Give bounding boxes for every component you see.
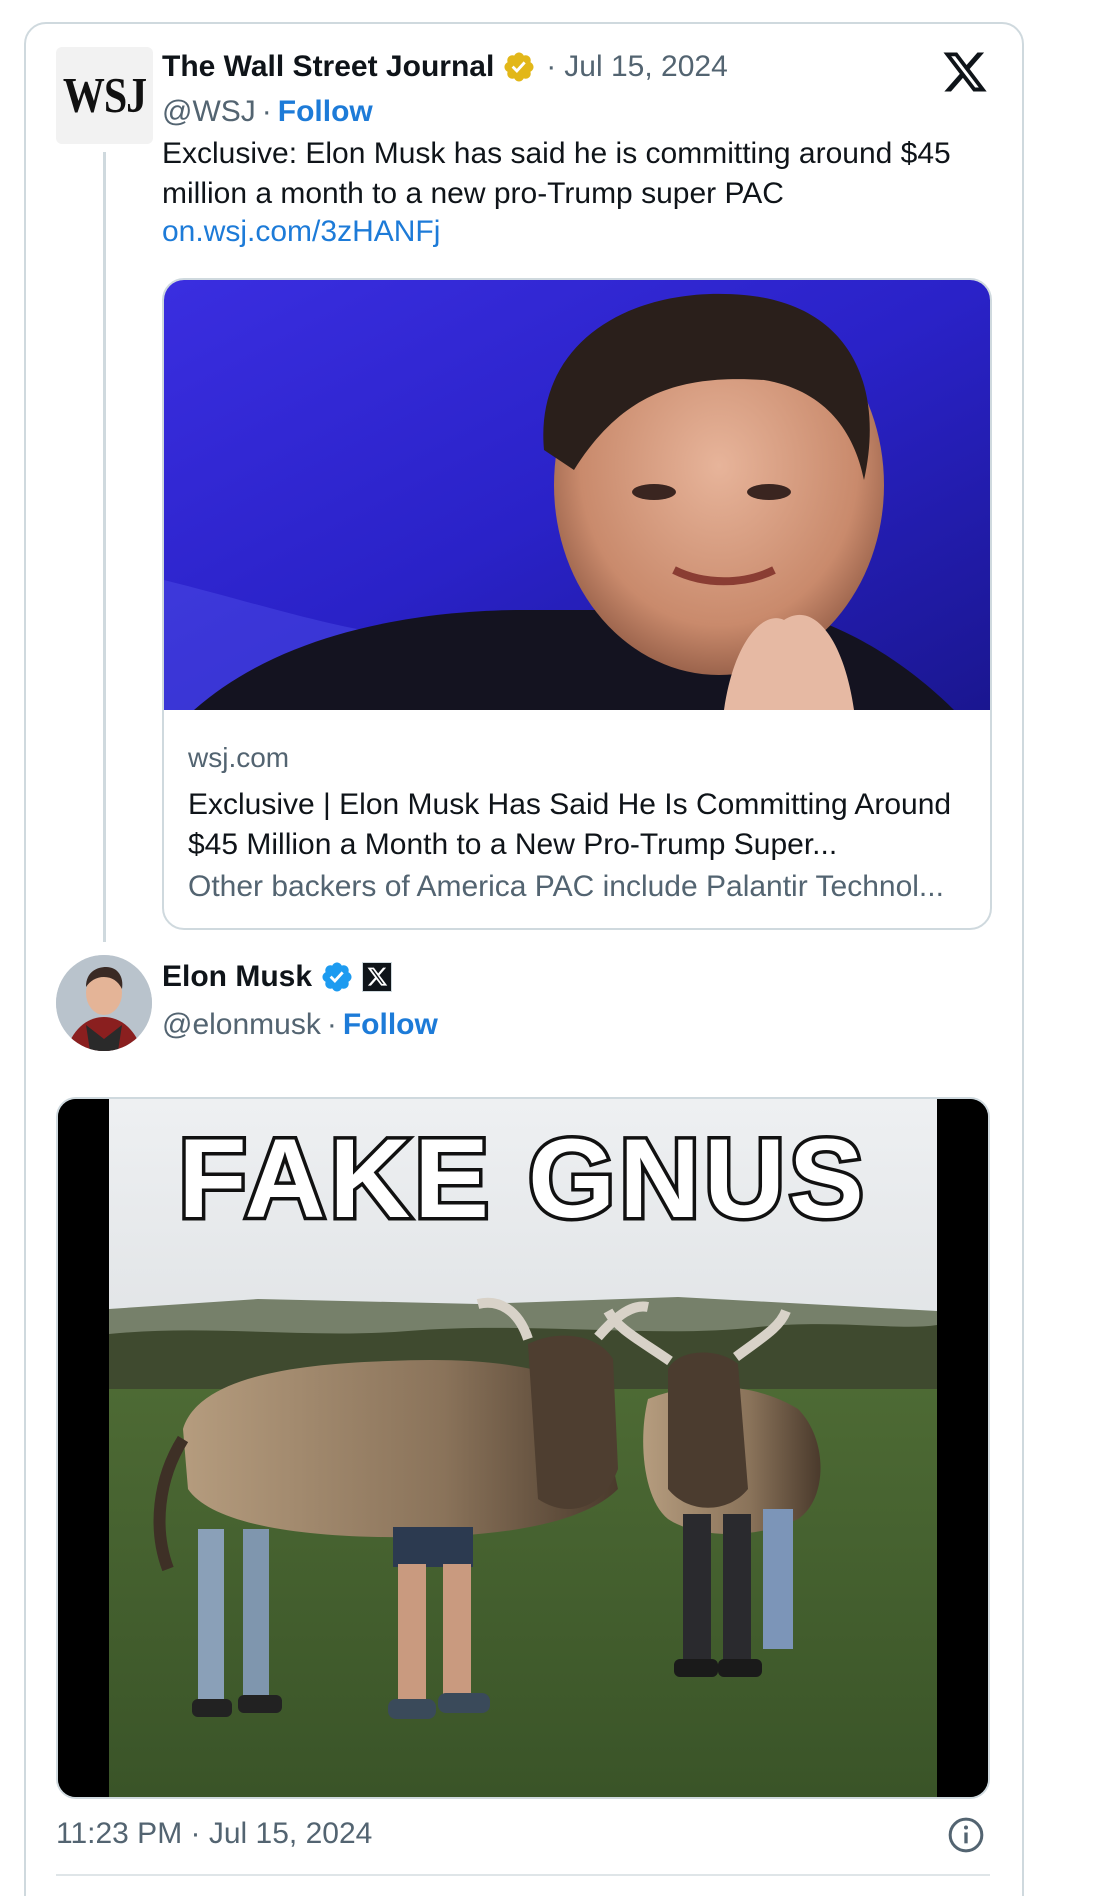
tweet-time: 11:23 PM	[56, 1817, 183, 1850]
separator-dot: ·	[190, 1817, 201, 1850]
separator-dot: ·	[261, 95, 272, 128]
wsj-handle[interactable]: @WSJ	[162, 95, 256, 129]
footer-divider	[56, 1874, 990, 1876]
tweet-date: Jul 15, 2024	[208, 1817, 373, 1850]
thread-connector-line	[103, 152, 106, 942]
elon-avatar[interactable]	[56, 955, 152, 1051]
wsj-tweet-date[interactable]: Jul 15, 2024	[564, 50, 727, 84]
wsj-tweet-text: Exclusive: Elon Musk has said he is comm…	[162, 137, 951, 210]
tweet-timestamp[interactable]: 11:23 PM · Jul 15, 2024	[56, 1817, 372, 1851]
elon-follow-button[interactable]: Follow	[343, 1008, 438, 1042]
meme-caption-text: FAKE GNUS	[178, 1116, 867, 1241]
link-card-title: Exclusive | Elon Musk Has Said He Is Com…	[188, 788, 952, 861]
wsj-header-row: The Wall Street Journal · Jul 15, 2024	[162, 50, 728, 84]
x-logo-icon[interactable]	[940, 48, 990, 96]
elon-handle[interactable]: @elonmusk	[162, 1008, 321, 1042]
wsj-handle-row: @WSJ · Follow	[162, 95, 373, 129]
wsj-author-name[interactable]: The Wall Street Journal	[162, 50, 494, 84]
wsj-avatar[interactable]: WSJ	[56, 47, 153, 144]
meme-image[interactable]: FAKE GNUS	[56, 1097, 990, 1799]
link-preview-image	[164, 280, 990, 710]
link-card-description: Other backers of America PAC include Pal…	[188, 870, 944, 903]
link-preview-card[interactable]: wsj.com Exclusive | Elon Musk Has Said H…	[162, 278, 992, 930]
elon-handle-row: @elonmusk · Follow	[162, 1008, 438, 1042]
wsj-follow-button[interactable]: Follow	[278, 95, 373, 129]
elon-author-name[interactable]: Elon Musk	[162, 960, 312, 994]
info-icon[interactable]	[946, 1815, 986, 1855]
wsj-logo-text: WSJ	[62, 68, 147, 123]
separator-dot: ·	[546, 50, 557, 83]
link-card-domain: wsj.com	[188, 742, 290, 773]
blue-verified-badge-icon	[320, 960, 354, 994]
separator-dot: ·	[326, 1008, 337, 1041]
elon-header-row: Elon Musk	[162, 960, 393, 994]
wsj-short-link[interactable]: on.wsj.com/3zHANFj	[162, 215, 440, 249]
x-affiliate-badge-icon	[362, 962, 393, 992]
gold-verified-badge-icon	[502, 50, 536, 84]
